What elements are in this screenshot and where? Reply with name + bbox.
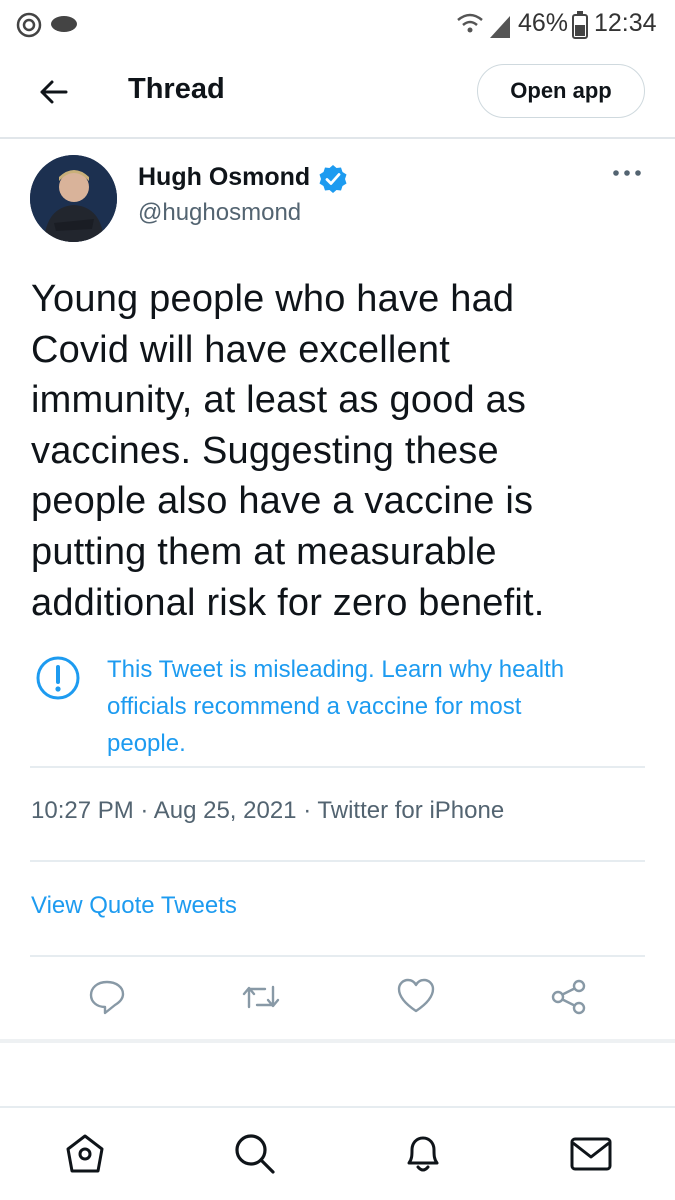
wifi-signal-icon	[457, 13, 510, 38]
notifications-icon[interactable]	[400, 1130, 446, 1176]
view-quote-tweets-link[interactable]: View Quote Tweets	[31, 892, 237, 920]
reply-icon[interactable]	[87, 976, 127, 1016]
notice-line: This Tweet is misleading. Learn why heal…	[107, 656, 565, 683]
tweet-text-line: Covid will have excellent	[31, 328, 450, 371]
notice-line: people.	[107, 730, 186, 757]
tweet-text-line: Young people who have had	[31, 278, 515, 320]
verified-badge-icon	[319, 165, 347, 193]
header-divider	[0, 137, 675, 139]
messages-icon[interactable]	[568, 1131, 614, 1177]
tweet-text-line: people also have a vaccine is	[31, 480, 534, 523]
tweet-text-line: vaccines. Suggesting these	[31, 429, 499, 472]
clock: 12:34	[594, 9, 657, 37]
search-icon[interactable]	[231, 1130, 277, 1176]
page-title: Thread	[128, 73, 225, 105]
tweet-text: Young people who have had Covid will hav…	[31, 274, 651, 628]
alert-icon	[36, 656, 80, 700]
bottom-nav-divider	[0, 1106, 675, 1108]
tweet-meta: 10:27 PM · Aug 25, 2021 · Twitter for iP…	[31, 797, 505, 824]
battery-icon	[572, 11, 588, 39]
section-divider	[0, 1039, 675, 1043]
avatar-photo	[30, 155, 117, 242]
tweet-text-line: putting them at measurable	[31, 530, 497, 573]
notice-line: officials recommend a vaccine for most	[107, 693, 522, 720]
more-options-icon[interactable]	[610, 162, 644, 184]
share-icon[interactable]	[549, 977, 589, 1017]
author-handle[interactable]: @hughosmond	[138, 199, 301, 227]
battery-percent: 46%	[518, 9, 569, 37]
divider	[30, 860, 645, 862]
divider	[30, 766, 645, 768]
retweet-icon[interactable]	[241, 977, 281, 1017]
home-icon[interactable]	[62, 1131, 108, 1177]
divider	[30, 955, 645, 957]
status-notification-icons	[16, 12, 77, 38]
open-app-button[interactable]: Open app	[477, 64, 645, 118]
status-bar: 46% 12:34	[0, 0, 675, 50]
tweet-text-line: immunity, at least as good as	[31, 379, 527, 422]
back-arrow-icon[interactable]	[36, 74, 72, 110]
tweet-text-line: additional risk for zero benefit.	[31, 581, 545, 624]
misleading-notice-link[interactable]: This Tweet is misleading. Learn why heal…	[107, 651, 637, 762]
avatar[interactable]	[30, 155, 117, 242]
like-icon[interactable]	[396, 976, 436, 1016]
author-name[interactable]: Hugh Osmond	[138, 163, 310, 192]
